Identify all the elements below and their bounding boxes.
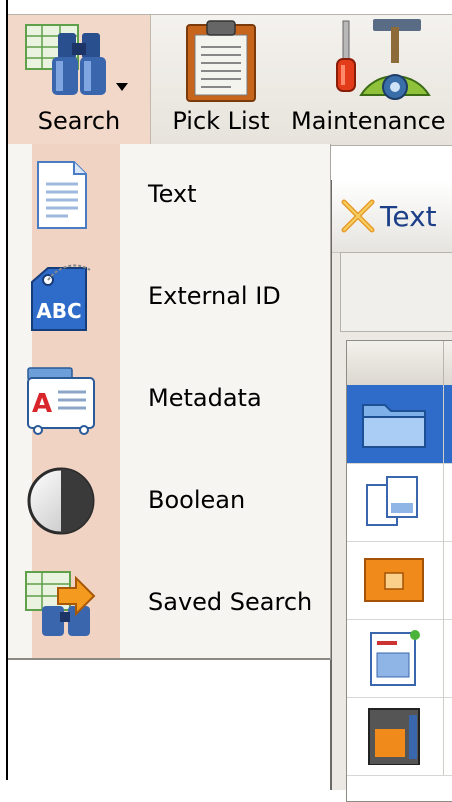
table-row[interactable] <box>347 619 452 698</box>
pick-list-toolbar-button[interactable]: Pick List <box>151 15 291 145</box>
window-toolbar <box>340 252 452 332</box>
main-toolbar: Search Pick List Maintenance <box>8 14 452 146</box>
chevron-down-icon <box>116 83 128 91</box>
svg-text:A: A <box>32 389 52 419</box>
menu-item-metadata[interactable]: A Metadata <box>8 348 330 448</box>
abc-tag-icon: ABC <box>31 264 91 331</box>
metadata-card-icon: A <box>27 367 95 435</box>
search-button-label: Search <box>37 107 121 135</box>
menu-item-text[interactable]: Text <box>8 144 330 244</box>
menu-item-label: External ID <box>148 282 281 310</box>
saved-search-binoculars-icon <box>25 571 96 636</box>
search-toolbar-button[interactable]: Search <box>8 15 151 145</box>
text-search-window: Text <box>330 180 452 802</box>
svg-text:ABC: ABC <box>36 299 81 323</box>
menu-item-boolean[interactable]: Boolean <box>8 450 330 550</box>
crossed-arrows-icon <box>341 199 375 233</box>
menu-item-external-id[interactable]: ABC External ID <box>8 246 330 346</box>
maintenance-toolbar-button[interactable]: Maintenance <box>291 15 452 145</box>
menu-item-label: Text <box>148 180 197 208</box>
menu-item-saved-search[interactable]: Saved Search <box>8 552 330 652</box>
documents-icon <box>366 476 418 526</box>
boolean-circle-icon <box>27 467 95 535</box>
table-row[interactable] <box>347 385 452 464</box>
table-row[interactable] <box>347 697 452 776</box>
results-grid <box>346 340 452 802</box>
grid-header <box>347 341 452 386</box>
folder-icon <box>362 404 426 448</box>
menu-item-label: Saved Search <box>148 588 313 616</box>
maintenance-button-label: Maintenance <box>291 107 446 135</box>
table-row[interactable] <box>347 541 452 620</box>
form-document-icon <box>370 630 420 686</box>
binoculars-icon <box>25 24 128 95</box>
search-dropdown-menu: Text ABC External ID A Metadata Boolean … <box>8 144 331 660</box>
clipboard-icon <box>186 20 256 102</box>
tools-icon <box>336 19 431 100</box>
window-title: Text <box>380 200 437 233</box>
pick-list-button-label: Pick List <box>172 107 270 135</box>
text-document-icon <box>37 161 87 229</box>
menu-item-label: Metadata <box>148 384 262 412</box>
table-row[interactable] <box>347 463 452 542</box>
orange-folder-icon <box>364 558 424 602</box>
menu-item-label: Boolean <box>148 486 246 514</box>
window-title-bar[interactable]: Text <box>332 180 452 253</box>
cabinet-icon <box>368 708 420 765</box>
